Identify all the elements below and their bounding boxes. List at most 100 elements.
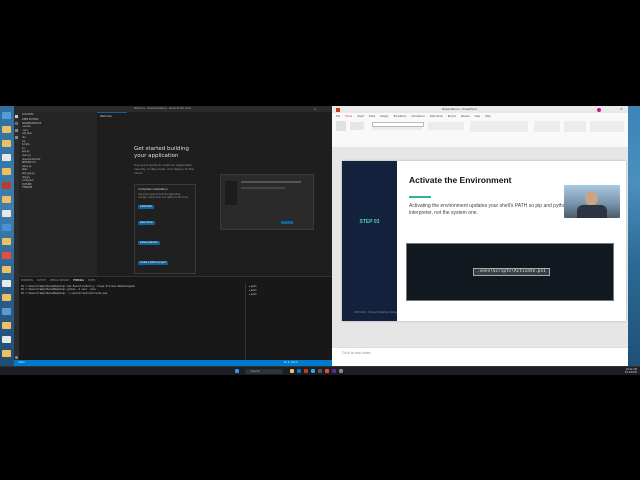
explorer-item[interactable]: config.json: [22, 179, 96, 182]
file-icon[interactable]: [2, 210, 11, 217]
app-taskbar-icon[interactable]: [339, 369, 343, 373]
explorer-sidebar: EXPLORER OPEN EDITORS SHAREDDESKTOP .vscod…: [19, 112, 97, 276]
close-icon[interactable]: ✕: [314, 107, 317, 111]
editing-buttons[interactable]: [564, 121, 586, 132]
folder-icon[interactable]: [2, 140, 11, 147]
file-icon[interactable]: [2, 154, 11, 161]
paste-icon[interactable]: [336, 121, 346, 131]
ribbon-tab-review[interactable]: Review: [461, 115, 470, 119]
app-shortcut-icon[interactable]: [2, 224, 11, 231]
font-format-buttons[interactable]: [372, 127, 422, 130]
folder-icon[interactable]: [2, 168, 11, 175]
guide-title: Get started building your application: [134, 146, 190, 159]
folder-icon[interactable]: [2, 322, 11, 329]
explorer-item[interactable]: app.py: [22, 150, 96, 153]
explorer-item[interactable]: TIMELINE: [22, 186, 96, 189]
webcam-overlay: [564, 185, 620, 218]
search-icon[interactable]: [15, 122, 18, 125]
folder-icon[interactable]: [2, 266, 11, 273]
folder-icon[interactable]: [2, 238, 11, 245]
folder-icon[interactable]: [2, 196, 11, 203]
explorer-item[interactable]: test_app.py: [22, 172, 96, 175]
start-icon[interactable]: [235, 369, 239, 373]
ribbon-tab-insert[interactable]: Insert: [357, 115, 364, 119]
explorer-item[interactable]: .venv: [22, 129, 96, 132]
drawing-shapes-gallery[interactable]: [470, 121, 528, 132]
explorer-item[interactable]: OPEN EDITORS: [22, 118, 96, 121]
file-icon[interactable]: [2, 336, 11, 343]
avatar[interactable]: [597, 107, 601, 112]
open-folder-button[interactable]: Open folder: [138, 221, 155, 225]
explorer-item[interactable]: SHAREDDESKTOP: [22, 122, 96, 125]
powerpoint-logo-icon: [336, 107, 340, 112]
app-shortcut-icon[interactable]: [2, 182, 11, 189]
designer-buttons[interactable]: [590, 121, 624, 132]
status-cursor-position[interactable]: Ln 1, Col 1: [284, 361, 298, 364]
terminal-taskbar-icon[interactable]: [318, 369, 322, 373]
powerpoint-window: Presentation1 - PowerPoint ✕ File Home Ins…: [332, 106, 628, 367]
slide-title[interactable]: Activate the Environment: [409, 175, 512, 185]
explorer-item[interactable]: utils.py: [22, 176, 96, 179]
shape-format-buttons[interactable]: [534, 121, 560, 132]
notes-pane[interactable]: Click to add notes: [332, 347, 628, 367]
ribbon-tab-home[interactable]: Home: [345, 115, 352, 119]
explorer-item[interactable]: .vscode: [22, 125, 96, 128]
powerpoint-taskbar-icon[interactable]: [304, 369, 308, 373]
vscode-taskbar-icon[interactable]: [311, 369, 315, 373]
desktop-shortcut-icon[interactable]: [2, 112, 11, 119]
explorer-item[interactable]: tests: [22, 168, 96, 171]
explorer-item[interactable]: setup.py: [22, 165, 96, 168]
extensions-icon[interactable]: [15, 136, 18, 139]
edge-icon[interactable]: [297, 369, 301, 373]
explorer-item[interactable]: Scripts: [22, 143, 96, 146]
new-slide-icon[interactable]: [350, 122, 364, 130]
folder-icon[interactable]: [2, 350, 11, 357]
taskbar-search[interactable]: Search: [245, 368, 283, 374]
explorer-item[interactable]: main.py: [22, 154, 96, 157]
teams-taskbar-icon[interactable]: [332, 369, 336, 373]
files-icon[interactable]: [15, 115, 18, 118]
explorer-item[interactable]: doc: [22, 136, 96, 139]
explorer-item[interactable]: Lib: [22, 140, 96, 143]
gear-icon[interactable]: [15, 356, 18, 359]
chrome-icon[interactable]: [2, 252, 11, 259]
status-branch[interactable]: main: [18, 361, 24, 364]
close-icon[interactable]: ✕: [620, 107, 623, 111]
ribbon-tab-view[interactable]: View: [475, 115, 481, 119]
terminal-line: PS C:\Users\temp\SharedDesktop> .\.venv\…: [21, 291, 108, 295]
taskbar-clock[interactable]: 10:42 AM 5/14/2025: [609, 368, 637, 374]
ribbon-tab-record[interactable]: Record: [448, 115, 456, 119]
taskbar: Search 10:42 AM 5/14/2025: [0, 366, 640, 375]
slide-footer: AIE 1001 | Shared Desktop Setup: [354, 311, 398, 314]
paragraph-buttons[interactable]: [428, 122, 464, 130]
tab-welcome[interactable]: Welcome: [97, 112, 127, 121]
notes-placeholder: Click to add notes: [342, 351, 371, 355]
chrome-taskbar-icon[interactable]: [325, 369, 329, 373]
explorer-item[interactable]: README.md: [22, 161, 96, 164]
create-project-button[interactable]: Create a Python project: [138, 261, 168, 265]
terminal-output[interactable]: PS C:\Users\temp\SharedDesktop> Set-Exec…: [19, 283, 245, 361]
folder-icon[interactable]: [2, 294, 11, 301]
terminal-list-item[interactable]: ▸ pwsh: [249, 293, 269, 297]
source-control-icon[interactable]: [15, 129, 18, 132]
code-screenshot-box[interactable]: .venv\Scripts\Activate.ps1: [406, 243, 614, 301]
ribbon-tab-transitions[interactable]: Transitions: [393, 115, 406, 119]
powerpoint-titlebar[interactable]: Presentation1 - PowerPoint ✕: [332, 106, 628, 113]
ribbon-tab-design[interactable]: Design: [380, 115, 388, 119]
install-extension-button[interactable]: Install extension: [138, 241, 160, 245]
ribbon-tab-help[interactable]: Help: [485, 115, 490, 119]
ribbon-tab-animations[interactable]: Animations: [411, 115, 424, 119]
ribbon-tab-file[interactable]: File: [336, 115, 340, 119]
explorer-item[interactable]: OUTLINE: [22, 183, 96, 186]
ribbon-tab-slide-show[interactable]: Slide Show: [430, 115, 443, 119]
file-explorer-icon[interactable]: [290, 369, 294, 373]
folder-icon[interactable]: [2, 126, 11, 133]
file-icon[interactable]: [2, 280, 11, 287]
explorer-item[interactable]: add_files: [22, 132, 96, 135]
preview-sidebar: [225, 181, 237, 205]
explorer-item[interactable]: requirements.txt: [22, 158, 96, 161]
app-shortcut-icon[interactable]: [2, 308, 11, 315]
explorer-item[interactable]: src: [22, 147, 96, 150]
ribbon-tab-draw[interactable]: Draw: [369, 115, 375, 119]
install-sdk-button[interactable]: Install SDK: [138, 205, 154, 209]
